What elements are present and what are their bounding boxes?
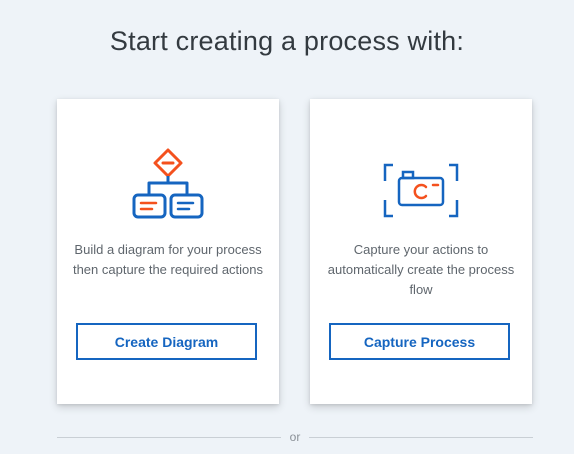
flowchart-diagram-icon: [57, 147, 279, 219]
page-title: Start creating a process with:: [109, 26, 465, 56]
camera-capture-icon: [310, 147, 532, 219]
capture-process-button[interactable]: Capture Process: [329, 323, 510, 360]
create-diagram-card: Build a diagram for your process then ca…: [57, 99, 279, 404]
create-diagram-button[interactable]: Create Diagram: [76, 323, 257, 360]
divider-line-left: [57, 436, 281, 438]
divider-line-right: [309, 436, 534, 438]
capture-process-description: Capture your actions to automatically cr…: [327, 242, 515, 297]
capture-process-card: Capture your actions to automatically cr…: [310, 99, 532, 404]
start-process-page: Start creating a process with: Build a d…: [0, 0, 574, 454]
or-divider: or: [57, 427, 534, 447]
create-diagram-description: Build a diagram for your process then ca…: [72, 242, 264, 277]
divider-label: or: [289, 430, 301, 444]
